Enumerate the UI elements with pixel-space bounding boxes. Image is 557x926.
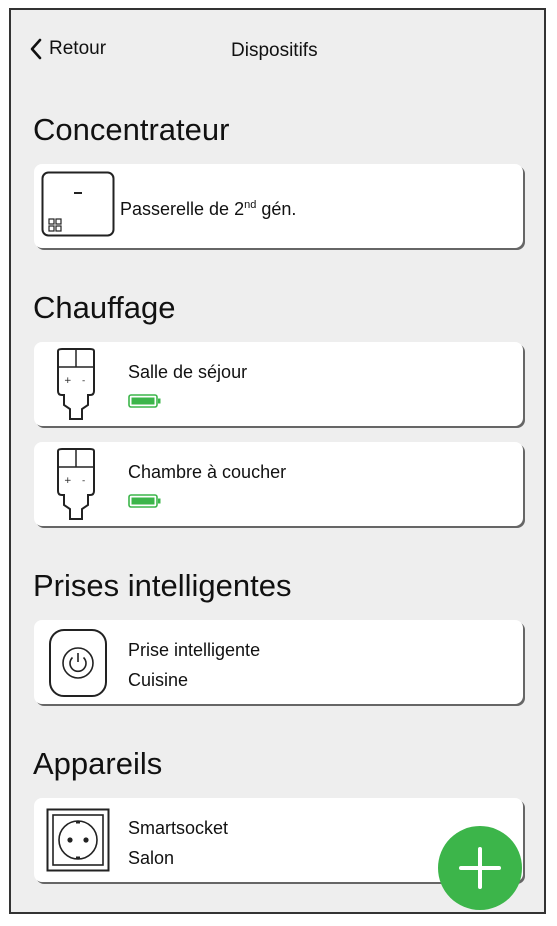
device-name: Smartsocket [128, 818, 229, 838]
svg-text:-: - [82, 476, 85, 486]
device-card-bedroom[interactable]: + - Chambre à coucher [34, 442, 523, 526]
battery-full-icon [128, 394, 162, 413]
app-frame: Retour Dispositifs Concentrateur Passere… [9, 8, 546, 914]
device-card-smart-plug[interactable]: Prise intelligente Cuisine [34, 620, 523, 704]
svg-text:+: + [64, 476, 72, 486]
section-title-plugs: Prises intelligentes [33, 568, 292, 603]
thermostat-icon: + - [48, 347, 104, 428]
gateway-icon [41, 171, 115, 242]
section-title-heating: Chauffage [33, 290, 176, 325]
wall-socket-icon [46, 808, 110, 877]
section-title-hub: Concentrateur [33, 112, 230, 147]
add-device-button[interactable] [438, 826, 522, 910]
battery-full-icon [128, 494, 162, 513]
page-title: Dispositifs [231, 40, 318, 61]
device-card-gateway[interactable]: Passerelle de 2nd gén. [34, 164, 523, 248]
section-title-appliances: Appareils [33, 746, 163, 781]
smart-plug-icon [48, 628, 108, 703]
device-name: Salle de séjour [128, 362, 248, 382]
gateway-label: Passerelle de 2nd gén. [120, 199, 297, 219]
device-room: Salon [128, 848, 175, 868]
plus-icon [459, 847, 501, 889]
svg-text:+: + [64, 376, 72, 386]
back-label: Retour [49, 38, 107, 59]
chevron-left-icon [30, 38, 42, 60]
device-name: Chambre à coucher [128, 462, 287, 482]
top-bar: Retour Dispositifs [11, 10, 544, 90]
device-name: Prise intelligente [128, 640, 261, 660]
device-card-living-room[interactable]: + - Salle de séjour [34, 342, 523, 426]
device-room: Cuisine [128, 670, 189, 690]
svg-text:-: - [82, 376, 85, 386]
thermostat-icon: + - [48, 447, 104, 528]
back-button[interactable]: Retour [29, 38, 106, 60]
